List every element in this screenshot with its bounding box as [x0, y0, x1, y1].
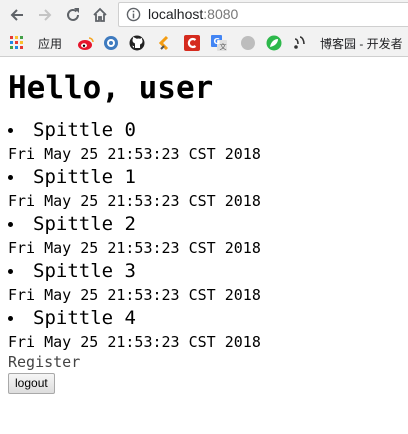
reload-icon	[67, 8, 79, 21]
bookmark-github[interactable]	[129, 35, 145, 51]
list-item: Spittle 0 Fri May 25 21:53:23 CST 2018	[8, 117, 408, 164]
globe-icon	[104, 36, 118, 50]
list-item: Spittle 3 Fri May 25 21:53:23 CST 2018	[8, 258, 408, 305]
spittle-time: Fri May 25 21:53:23 CST 2018	[8, 239, 261, 257]
bookmark-cnblogs[interactable]: 博客园 - 开发者	[292, 35, 403, 51]
bullet-icon	[8, 128, 13, 133]
spittle-message: Spittle 0	[33, 119, 136, 141]
spittle-message: Spittle 3	[33, 260, 136, 282]
browser-toolbar: localhost:8080	[0, 0, 408, 30]
weibo-icon	[78, 37, 94, 50]
list-item: Spittle 2 Fri May 25 21:53:23 CST 2018	[8, 211, 408, 258]
forward-arrow-icon	[39, 9, 52, 21]
bookmark-apps[interactable]: 应用	[10, 35, 62, 51]
list-item: Spittle 1 Fri May 25 21:53:23 CST 2018	[8, 164, 408, 211]
url-text: localhost:8080	[148, 6, 238, 22]
bullet-icon	[8, 175, 13, 180]
reload-button[interactable]	[62, 4, 84, 26]
url-host: localhost	[148, 6, 204, 22]
github-icon	[129, 35, 145, 51]
address-bar[interactable]: localhost:8080	[118, 2, 408, 27]
bookmark-arrow[interactable]	[157, 35, 173, 51]
spittle-message: Spittle 1	[33, 166, 136, 188]
page-title: Hello, user	[8, 70, 214, 106]
bookmark-arrow-icon	[158, 35, 169, 51]
bookmark-grey[interactable]	[240, 35, 256, 51]
grey-circle-icon	[241, 36, 255, 50]
bullet-icon	[8, 222, 13, 227]
bookmarks-bar: 应用 G 文 博客园 - 开发者	[0, 30, 408, 57]
register-link[interactable]: Register	[8, 352, 408, 372]
spittle-time: Fri May 25 21:53:23 CST 2018	[8, 286, 261, 304]
bookmark-weibo[interactable]	[77, 35, 95, 51]
back-button[interactable]	[6, 4, 28, 26]
back-arrow-icon	[10, 9, 23, 21]
translate-icon: G 文	[211, 35, 227, 51]
bullet-icon	[8, 269, 13, 274]
red-c-icon	[184, 35, 200, 51]
bookmark-c[interactable]	[184, 35, 200, 51]
spittle-message: Spittle 4	[33, 307, 136, 329]
spittle-list: Spittle 0 Fri May 25 21:53:23 CST 2018 S…	[8, 117, 408, 352]
spittle-message: Spittle 2	[33, 213, 136, 235]
spittle-time: Fri May 25 21:53:23 CST 2018	[8, 333, 261, 351]
spittle-time: Fri May 25 21:53:23 CST 2018	[8, 192, 261, 210]
bookmark-translate[interactable]: G 文	[211, 35, 227, 51]
spittle-time: Fri May 25 21:53:23 CST 2018	[8, 145, 261, 163]
logout-button[interactable]: logout	[8, 372, 55, 394]
url-port: :8080	[203, 6, 239, 22]
bookmark-apps-label: 应用	[38, 36, 63, 51]
apps-grid-icon	[10, 36, 23, 49]
bookmark-cnblogs-label: 博客园 - 开发者	[320, 36, 403, 51]
green-leaf-icon	[266, 35, 282, 51]
home-icon	[93, 7, 107, 22]
cnblogs-icon	[294, 36, 305, 49]
svg-text:文: 文	[220, 42, 227, 51]
info-icon[interactable]	[126, 7, 141, 22]
bookmark-globe[interactable]	[103, 35, 119, 51]
page-content: Hello, user Spittle 0 Fri May 25 21:53:2…	[8, 57, 408, 394]
forward-button[interactable]	[34, 4, 56, 26]
bullet-icon	[8, 316, 13, 321]
home-button[interactable]	[89, 4, 111, 26]
list-item: Spittle 4 Fri May 25 21:53:23 CST 2018	[8, 305, 408, 352]
bookmark-leaf[interactable]	[266, 35, 282, 51]
